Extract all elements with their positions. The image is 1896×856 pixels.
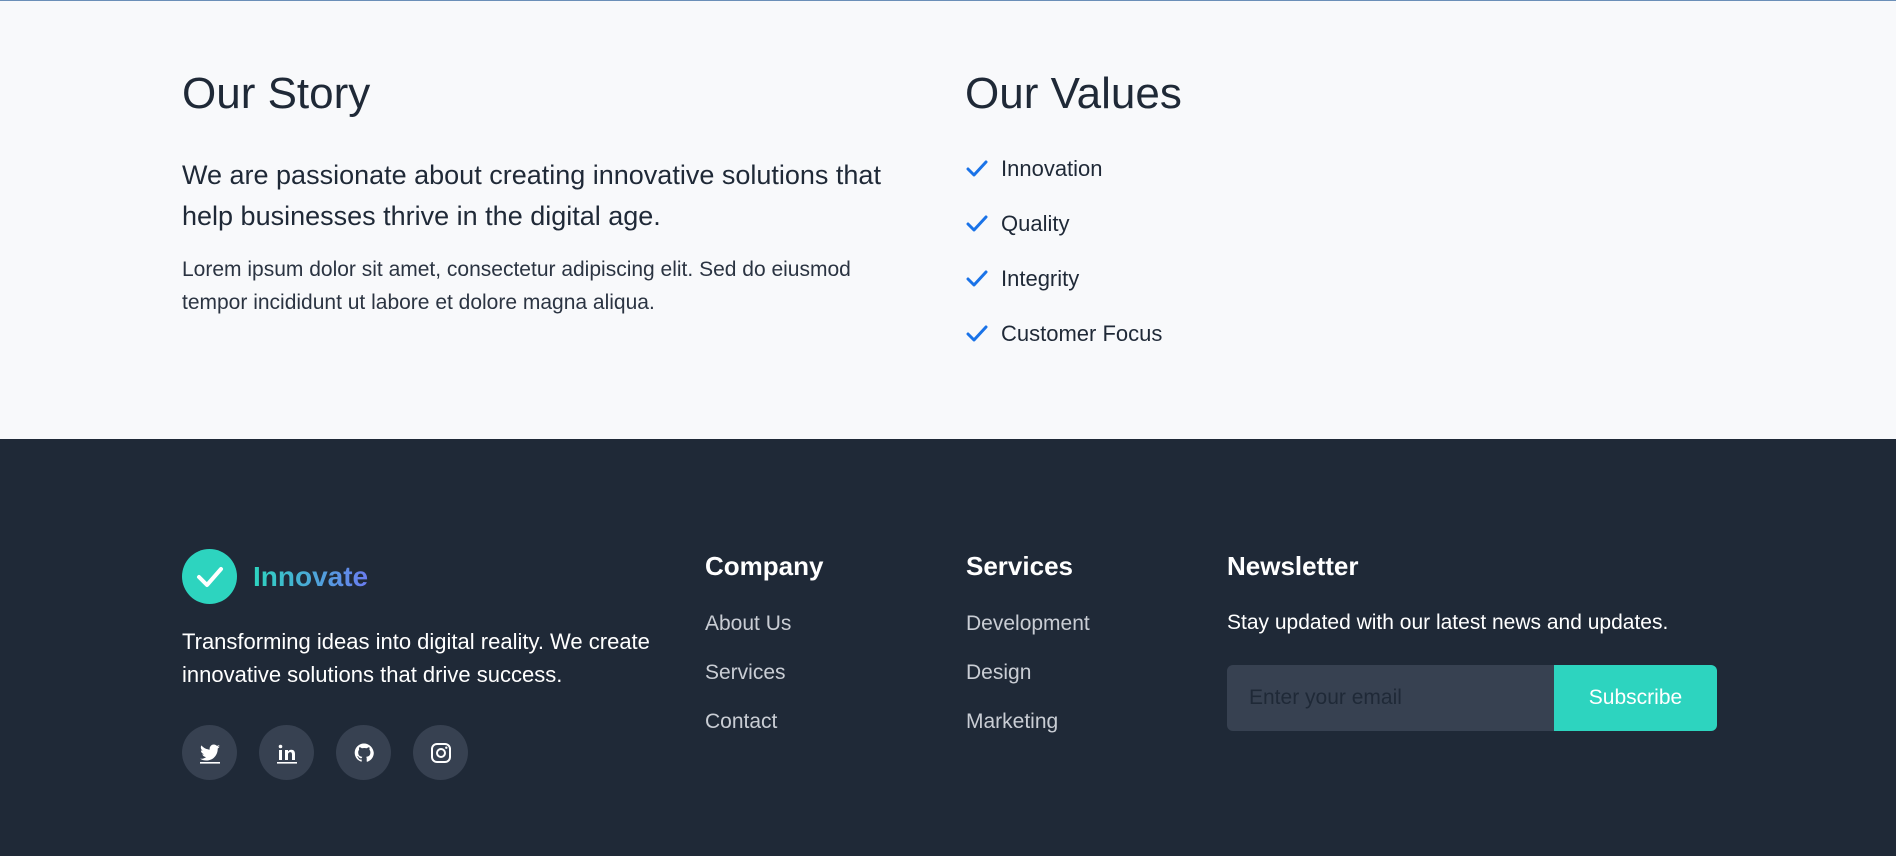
services-heading: Services: [966, 551, 1073, 581]
site-footer: Innovate Transforming ideas into digital…: [0, 439, 1896, 856]
value-label: Innovation: [1001, 155, 1103, 181]
linkedin-link[interactable]: [259, 725, 314, 780]
company-column: Company About Us Services Contact: [705, 549, 823, 756]
email-input[interactable]: [1227, 665, 1554, 731]
value-item: Innovation: [965, 141, 1565, 196]
subscribe-button[interactable]: Subscribe: [1554, 665, 1717, 731]
value-item: Customer Focus: [965, 306, 1565, 361]
github-link[interactable]: [336, 725, 391, 780]
services-column: Services Development Design Marketing: [966, 549, 1090, 756]
values-list: Innovation Quality Integrity Customer Fo…: [965, 141, 1565, 361]
newsletter-form: Subscribe: [1227, 665, 1717, 731]
twitter-link[interactable]: [182, 725, 237, 780]
value-label: Integrity: [1001, 265, 1080, 291]
newsletter-text: Stay updated with our latest news and up…: [1227, 611, 1669, 634]
footer-link-design[interactable]: Design: [966, 661, 1031, 684]
story-lead: We are passionate about creating innovat…: [182, 160, 881, 231]
footer-link-services[interactable]: Services: [705, 661, 786, 684]
linkedin-icon: [276, 744, 297, 764]
check-icon: [965, 157, 989, 181]
our-values: Our Values Innovation Quality Integrity: [965, 67, 1565, 361]
brand-name: Innovate: [253, 560, 369, 592]
values-title: Our Values: [965, 69, 1182, 118]
value-label: Customer Focus: [1001, 320, 1163, 346]
check-circle-icon: [182, 549, 237, 604]
footer-brand[interactable]: Innovate: [182, 549, 368, 604]
newsletter-column: Newsletter Stay updated with our latest …: [1227, 549, 1717, 731]
company-heading: Company: [705, 551, 824, 581]
value-label: Quality: [1001, 210, 1070, 236]
footer-link-marketing[interactable]: Marketing: [966, 710, 1058, 733]
footer-link-about-us[interactable]: About Us: [705, 612, 791, 635]
our-story: Our Story We are passionate about creati…: [182, 67, 912, 319]
instagram-icon: [430, 742, 451, 763]
story-body: Lorem ipsum dolor sit amet, consectetur …: [182, 258, 851, 314]
newsletter-heading: Newsletter: [1227, 551, 1359, 581]
company-links: About Us Services Contact: [705, 609, 823, 756]
check-icon: [965, 212, 989, 236]
value-item: Integrity: [965, 251, 1565, 306]
check-icon: [965, 267, 989, 291]
story-title: Our Story: [182, 69, 371, 118]
services-links: Development Design Marketing: [966, 609, 1090, 756]
footer-link-development[interactable]: Development: [966, 612, 1090, 635]
check-icon: [965, 322, 989, 346]
footer-tagline: Transforming ideas into digital reality.…: [182, 629, 650, 687]
twitter-icon: [199, 744, 220, 764]
value-item: Quality: [965, 196, 1565, 251]
instagram-link[interactable]: [413, 725, 468, 780]
github-icon: [354, 743, 374, 762]
about-section: Our Story We are passionate about creati…: [0, 1, 1896, 439]
footer-link-contact[interactable]: Contact: [705, 710, 777, 733]
social-links: [182, 725, 468, 780]
